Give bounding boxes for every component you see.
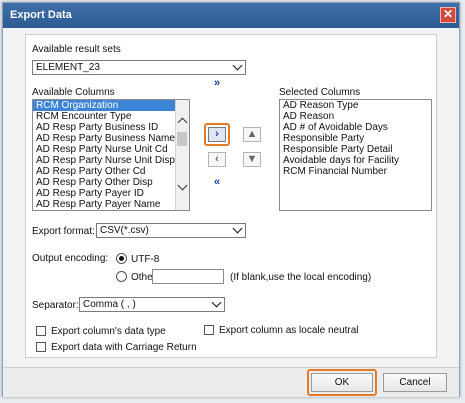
export-locale-neutral-label: Export column as locale neutral (219, 325, 359, 336)
double-chevron-right-icon: » (213, 77, 221, 89)
selected-column-item[interactable]: AD Reason Type (280, 100, 431, 111)
export-carriage-return-checkbox[interactable] (36, 342, 46, 352)
available-columns-list[interactable]: RCM Organization RCM Encounter Type AD Res… (32, 99, 190, 211)
available-column-item[interactable]: AD Resp Party Nurse Unit Disp (33, 155, 189, 166)
selected-column-item[interactable]: Responsible Party Detail (280, 144, 431, 155)
utf8-radio[interactable] (116, 253, 127, 264)
selected-column-item[interactable]: Responsible Party (280, 133, 431, 144)
result-sets-label: Available result sets (32, 44, 121, 55)
selected-columns-label: Selected Columns (279, 87, 361, 98)
title-bar[interactable]: Export Data ✕ (3, 3, 459, 28)
export-format-label: Export format: (32, 226, 95, 237)
available-columns-scrollbar[interactable] (175, 100, 189, 210)
ok-button-highlight (307, 369, 377, 396)
selected-column-item[interactable]: RCM Financial Number (280, 166, 431, 177)
arrow-up-icon: ▲ (246, 128, 258, 140)
available-column-item[interactable]: AD Resp Party Business ID (33, 122, 189, 133)
radio-selected-dot (119, 256, 124, 261)
dialog-title: Export Data (10, 9, 72, 21)
other-encoding-input[interactable] (152, 269, 224, 284)
available-column-item[interactable]: AD Resp Party Payer Name (33, 199, 189, 210)
selected-column-item[interactable]: AD Reason (280, 111, 431, 122)
double-chevron-left-icon: « (213, 176, 221, 188)
other-encoding-radio[interactable] (116, 271, 127, 282)
cancel-button[interactable]: Cancel (383, 373, 447, 392)
scroll-down-icon[interactable] (177, 180, 188, 191)
dialog-content: Available result sets ELEMENT_23 Availab… (25, 34, 437, 358)
encoding-hint: (If blank,use the local encoding) (230, 272, 372, 283)
scroll-up-icon[interactable] (177, 117, 188, 128)
chevron-down-icon (211, 297, 222, 308)
available-column-item[interactable]: AD Resp Party Other Disp (33, 177, 189, 188)
available-column-item[interactable]: RCM Encounter Type (33, 111, 189, 122)
chevron-left-icon: ‹ (215, 153, 219, 165)
result-sets-value: ELEMENT_23 (36, 62, 100, 73)
utf8-label: UTF-8 (131, 254, 160, 265)
move-down-button[interactable]: ▼ (243, 152, 261, 167)
chevron-down-icon (232, 223, 243, 234)
arrow-down-icon: ▼ (246, 153, 258, 165)
export-data-type-label: Export column's data type (51, 326, 166, 337)
export-format-select[interactable]: CSV(*.csv) (96, 223, 246, 238)
export-format-value: CSV(*.csv) (100, 225, 149, 236)
export-locale-neutral-checkbox[interactable] (204, 325, 214, 335)
add-all-button[interactable]: » (208, 77, 226, 92)
available-column-item[interactable]: AD Resp Party Payer ID (33, 188, 189, 199)
available-column-item[interactable]: AD Resp Party Other Cd (33, 166, 189, 177)
close-icon: ✕ (442, 7, 454, 21)
add-selected-highlight (204, 123, 230, 146)
available-columns-label: Available Columns (32, 87, 115, 98)
close-button[interactable]: ✕ (440, 7, 456, 23)
export-carriage-return-label: Export data with Carriage Return (51, 342, 197, 353)
remove-selected-button[interactable]: ‹ (208, 152, 226, 167)
cancel-button-label: Cancel (399, 377, 431, 388)
available-column-item[interactable]: RCM Organization (33, 100, 189, 111)
output-encoding-label: Output encoding: (32, 253, 109, 264)
separator-select[interactable]: Comma ( , ) (79, 297, 225, 312)
remove-all-button[interactable]: « (208, 176, 226, 191)
scroll-thumb[interactable] (177, 132, 187, 146)
result-sets-select[interactable]: ELEMENT_23 (32, 60, 246, 75)
available-column-item[interactable]: AD Resp Party Business Name (33, 133, 189, 144)
dialog-footer: OK Cancel (3, 367, 459, 397)
export-data-type-checkbox[interactable] (36, 326, 46, 336)
available-column-item[interactable]: AD Resp Party Nurse Unit Cd (33, 144, 189, 155)
separator-label: Separator: (32, 300, 79, 311)
move-up-button[interactable]: ▲ (243, 127, 261, 142)
selected-column-item[interactable]: Avoidable days for Facility (280, 155, 431, 166)
separator-value: Comma ( , ) (83, 299, 136, 310)
selected-columns-list[interactable]: AD Reason Type AD Reason AD # of Avoidable… (279, 99, 432, 211)
export-data-dialog: Export Data ✕ Available result sets ELEM… (2, 2, 460, 397)
chevron-down-icon (232, 60, 243, 71)
selected-column-item[interactable]: AD # of Avoidable Days (280, 122, 431, 133)
